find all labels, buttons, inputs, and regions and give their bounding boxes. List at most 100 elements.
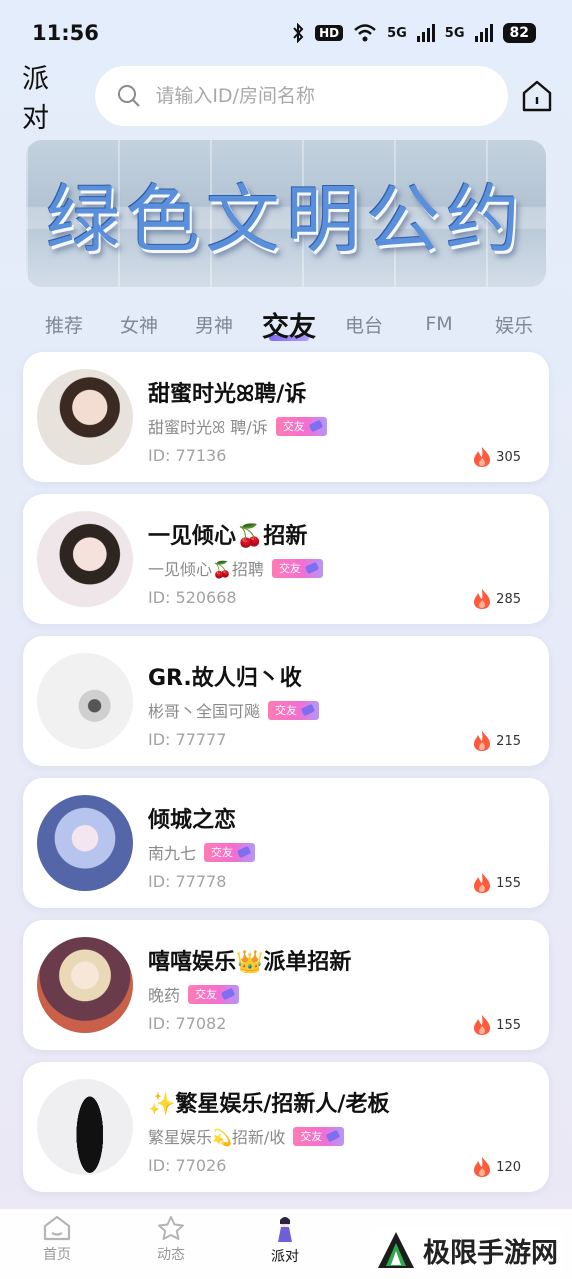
room-id: ID: 77026 [148, 1156, 227, 1175]
search-input[interactable] [155, 85, 476, 107]
watermark-logo-icon [378, 1232, 414, 1268]
heat-count: 120 [496, 1159, 521, 1175]
star-icon [158, 1216, 184, 1240]
flame-icon [474, 1015, 491, 1035]
room-tag: 交友 [268, 700, 320, 720]
heat-indicator: 285 [472, 588, 521, 610]
tab-god[interactable]: 男神 [184, 311, 244, 338]
hd-badge: HD [315, 25, 344, 41]
room-id: ID: 77778 [148, 872, 227, 891]
nav-home[interactable]: 首页 [0, 1215, 114, 1264]
party-icon [278, 1217, 292, 1242]
heat-count: 305 [496, 449, 521, 465]
nav-moments[interactable]: 动态 [114, 1215, 228, 1264]
nav-moments-label: 动态 [157, 1247, 185, 1263]
room-name: 倾城之恋 [148, 808, 237, 833]
tab-goddess[interactable]: 女神 [109, 311, 169, 338]
search-bar[interactable] [95, 66, 509, 126]
page-title: 派对 [22, 64, 49, 134]
watermark-text: 极限手游网 [423, 1237, 558, 1269]
flame-icon [474, 447, 491, 467]
room-card[interactable]: GR.故人归丶收 彬哥丶全国可飚 交友 ID: 77777 215 [23, 636, 549, 766]
heat-count: 155 [496, 1017, 521, 1033]
host-line: 彬哥丶全国可飚 交友 [148, 698, 320, 722]
search-icon [118, 85, 141, 107]
room-card[interactable]: 一见倾心🍒招新 一见倾心🍒招聘 交友 ID: 520668 285 [23, 494, 549, 624]
banner[interactable]: 绿色文明公约 [26, 140, 546, 287]
room-card[interactable]: 甜蜜时光ꕤ聘/诉 甜蜜时光ꕤ 聘/诉 交友 ID: 77136 305 [23, 352, 549, 482]
host-line: 南九七 交友 [148, 840, 256, 864]
room-list: 甜蜜时光ꕤ聘/诉 甜蜜时光ꕤ 聘/诉 交友 ID: 77136 305 一见倾心… [23, 352, 549, 1204]
room-card[interactable]: 倾城之恋 南九七 交友 ID: 77778 155 [23, 778, 549, 908]
host-name: 甜蜜时光ꕤ 聘/诉 [148, 418, 268, 437]
host-name: 晚药 [148, 986, 181, 1005]
heat-indicator: 215 [472, 730, 521, 752]
room-avatar [37, 369, 133, 465]
tab-radio[interactable]: 电台 [334, 311, 394, 338]
room-avatar [37, 653, 133, 749]
home-icon [43, 1215, 71, 1241]
room-home-button[interactable] [520, 78, 554, 114]
room-tag: 交友 [293, 1126, 345, 1146]
nav-party[interactable]: 派对 [228, 1215, 342, 1266]
room-tag: 交友 [188, 984, 240, 1004]
header: 派对 [0, 64, 572, 134]
flame-icon [474, 589, 491, 609]
room-avatar [37, 511, 133, 607]
network-label-1: 5G [387, 25, 407, 41]
room-card[interactable]: ✨繁星娱乐/招新人/老板 繁星娱乐💫招新/收 交友 ID: 77026 120 [23, 1062, 549, 1192]
heat-indicator: 120 [472, 1156, 521, 1178]
room-tag: 交友 [271, 558, 323, 578]
host-name: 繁星娱乐💫招新/收 [148, 1128, 286, 1147]
room-tag: 交友 [275, 416, 327, 436]
nav-home-label: 首页 [43, 1247, 71, 1263]
status-time: 11:56 [32, 21, 99, 45]
room-id: ID: 520668 [148, 588, 237, 607]
wifi-icon [354, 24, 376, 42]
room-avatar [37, 795, 133, 891]
tab-fm[interactable]: FM [409, 313, 469, 335]
room-tag: 交友 [204, 842, 256, 862]
room-id: ID: 77136 [148, 446, 227, 465]
tab-entertainment[interactable]: 娱乐 [484, 311, 544, 338]
host-name: 彬哥丶全国可飚 [148, 702, 261, 721]
heat-count: 285 [496, 591, 521, 607]
host-name: 一见倾心🍒招聘 [148, 560, 264, 579]
heat-indicator: 155 [472, 1014, 521, 1036]
room-id: ID: 77777 [148, 730, 227, 749]
heat-indicator: 305 [472, 446, 521, 468]
signal-icon [416, 24, 435, 42]
house-icon [523, 80, 552, 112]
category-tabs: 推荐 女神 男神 交友 电台 FM 娱乐 [34, 300, 544, 348]
room-avatar [37, 1079, 133, 1175]
status-icons: HD 5G 5G 82 [291, 23, 536, 43]
room-card[interactable]: 嘻嘻娱乐👑派单招新 晚药 交友 ID: 77082 155 [23, 920, 549, 1050]
network-label-2: 5G [444, 25, 465, 41]
bluetooth-icon [293, 23, 304, 43]
heat-count: 155 [496, 875, 521, 891]
heat-indicator: 155 [472, 872, 521, 894]
flame-icon [474, 873, 491, 893]
room-name: 嘻嘻娱乐👑派单招新 [148, 950, 352, 975]
signal-icon [474, 24, 493, 42]
flame-icon [474, 731, 491, 751]
host-line: 繁星娱乐💫招新/收 交友 [148, 1124, 345, 1148]
host-name: 南九七 [148, 844, 197, 863]
room-name: GR.故人归丶收 [148, 666, 302, 691]
room-name: 甜蜜时光ꕤ聘/诉 [148, 382, 307, 407]
host-line: 一见倾心🍒招聘 交友 [148, 556, 323, 580]
heat-count: 215 [496, 733, 521, 749]
room-avatar [37, 937, 133, 1033]
host-line: 甜蜜时光ꕤ 聘/诉 交友 [148, 414, 327, 438]
host-line: 晚药 交友 [148, 982, 240, 1006]
nav-party-label: 派对 [271, 1249, 299, 1265]
room-name: 一见倾心🍒招新 [148, 524, 308, 549]
tab-recommend[interactable]: 推荐 [34, 311, 94, 338]
status-bar: 11:56 HD 5G 5G 82 [0, 0, 572, 66]
watermark: 极限手游网 [371, 1227, 562, 1273]
banner-title: 绿色文明公约 [46, 177, 526, 263]
battery-icon: 82 [502, 23, 536, 43]
flame-icon [474, 1157, 491, 1177]
room-id: ID: 77082 [148, 1014, 227, 1033]
tab-friends[interactable]: 交友 [259, 305, 319, 344]
